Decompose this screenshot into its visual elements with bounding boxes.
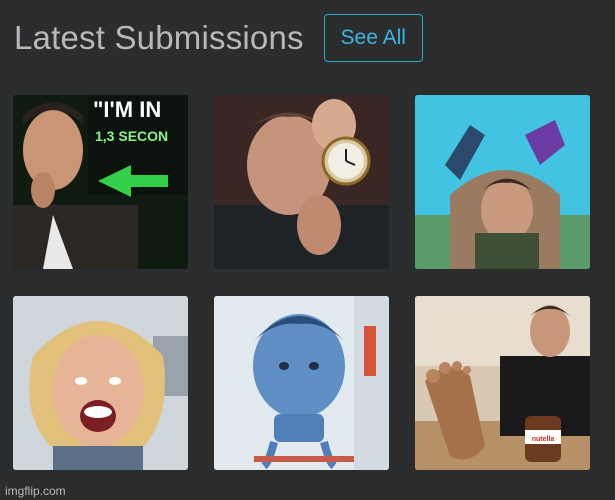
thumbnail-image (415, 95, 590, 269)
submission-thumbnail[interactable] (415, 95, 590, 269)
thumbnail-image: nutella (415, 296, 590, 470)
submission-thumbnail[interactable] (214, 296, 389, 470)
thumbnail-image: "I'M IN 1,3 SECON (13, 95, 188, 269)
submission-thumbnail[interactable]: nutella (415, 296, 590, 470)
thumbnail-image (214, 95, 389, 269)
header: Latest Submissions See All (14, 14, 423, 62)
watermark: imgflip.com (5, 484, 66, 498)
submission-thumbnail[interactable]: "I'M IN 1,3 SECON (13, 95, 188, 269)
overlay-text-1: "I'M IN (93, 97, 161, 122)
section-title: Latest Submissions (14, 19, 304, 56)
submission-thumbnail[interactable] (13, 296, 188, 470)
thumbnail-image (13, 296, 188, 470)
submissions-grid: "I'M IN 1,3 SECON nutella (13, 95, 590, 470)
submission-thumbnail[interactable] (214, 95, 389, 269)
thumbnail-image (214, 296, 389, 470)
overlay-text-2: 1,3 SECON (95, 128, 168, 144)
jar-label: nutella (532, 436, 555, 443)
see-all-button[interactable]: See All (323, 14, 423, 62)
